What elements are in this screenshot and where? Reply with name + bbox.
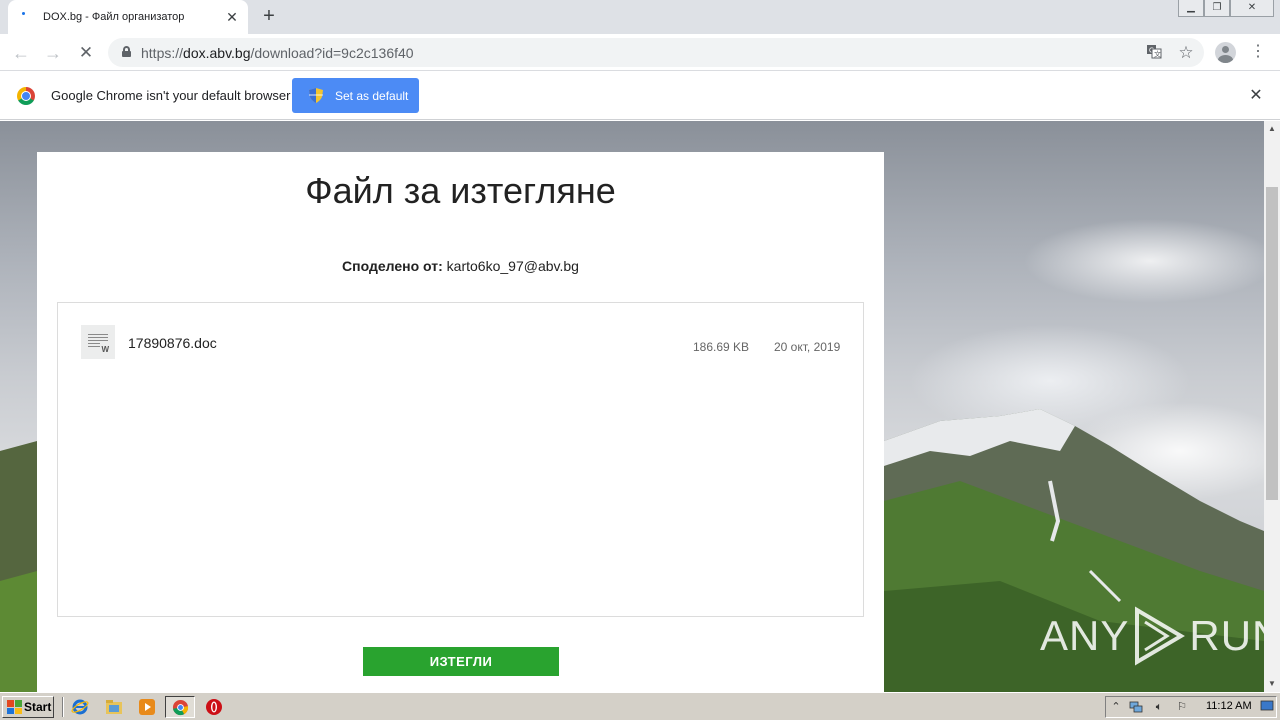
favicon-icon [20, 9, 36, 25]
chrome-logo-icon [17, 87, 35, 105]
anyrun-watermark: ANY RUN [1040, 606, 1264, 666]
watermark-left: ANY [1040, 612, 1130, 659]
download-button[interactable]: ИЗТЕГЛИ [363, 647, 559, 676]
url-text[interactable]: https://dox.abv.bg/download?id=9c2c136f4… [141, 45, 414, 61]
windows-taskbar: Start ⌃ 🔈︎ ⚐ 11:12 AM [0, 692, 1280, 720]
forward-arrow-icon[interactable]: → [41, 41, 65, 65]
default-browser-infobar: Google Chrome isn't your default browser… [0, 72, 1280, 120]
system-tray: ⌃ 🔈︎ ⚐ 11:12 AM [1105, 696, 1277, 718]
taskbar-separator [62, 697, 64, 717]
start-label: Start [24, 700, 52, 714]
infobar-message: Google Chrome isn't your default browser [51, 88, 291, 103]
network-icon[interactable] [1129, 700, 1143, 714]
windows-logo-icon [7, 700, 22, 714]
tray-expand-icon[interactable]: ⌃ [1109, 700, 1123, 714]
page-scrollbar[interactable]: ▲ ▼ [1264, 121, 1280, 692]
translate-icon[interactable]: G文 [1144, 43, 1164, 63]
folder-icon[interactable] [105, 698, 123, 716]
play-logo-icon [1135, 606, 1186, 666]
set-as-default-button[interactable]: Set as default [292, 78, 419, 113]
tab-title: DOX.bg - Файл организатор [43, 11, 185, 23]
browser-toolbar: ← → ✕ https://dox.abv.bg/download?id=9c2… [0, 34, 1280, 71]
shared-by-line: Споделено от: karto6ko_97@abv.bg [37, 258, 884, 274]
tab-strip: DOX.bg - Файл организатор ✕ + ▁ ❐ ✕ [0, 0, 1280, 34]
watermark-right: RUN [1189, 612, 1264, 659]
start-button[interactable]: Start [2, 696, 54, 718]
new-tab-button[interactable]: + [258, 6, 280, 28]
infobar-close-icon[interactable]: ✕ [1247, 87, 1265, 105]
chrome-taskbar-button[interactable] [165, 696, 195, 718]
page-viewport: Файл за изтегляне Споделено от: karto6ko… [0, 121, 1264, 692]
file-date: 20 окт, 2019 [774, 340, 841, 354]
action-center-flag-icon[interactable]: ⚐ [1175, 700, 1189, 714]
media-player-icon[interactable] [138, 698, 156, 716]
chrome-icon [172, 699, 189, 716]
restore-button[interactable]: ❐ [1204, 0, 1230, 17]
set-as-default-label: Set as default [335, 88, 409, 103]
volume-icon[interactable]: 🔈︎ [1152, 700, 1166, 714]
file-size: 186.69 KB [693, 340, 750, 354]
shared-by-email: karto6ko_97@abv.bg [446, 258, 579, 274]
file-name[interactable]: 17890876.doc [128, 335, 217, 351]
word-document-icon: W [81, 325, 115, 359]
chrome-menu-icon[interactable]: ⋮ [1250, 42, 1266, 62]
address-bar[interactable]: https://dox.abv.bg/download?id=9c2c136f4… [108, 38, 1204, 67]
stop-loading-icon[interactable]: ✕ [74, 41, 98, 65]
download-card: Файл за изтегляне Споделено от: karto6ko… [37, 152, 884, 692]
window-controls: ▁ ❐ ✕ [1178, 0, 1274, 17]
file-list-box: W 17890876.doc 186.69 KB 20 окт, 2019 [57, 302, 864, 617]
taskbar-clock[interactable]: 11:12 AM [1206, 700, 1252, 712]
opera-icon[interactable] [205, 698, 223, 716]
browser-tab[interactable]: DOX.bg - Файл организатор ✕ [8, 0, 248, 34]
back-arrow-icon[interactable]: ← [9, 41, 33, 65]
window-close-button[interactable]: ✕ [1230, 0, 1274, 17]
scroll-down-arrow-icon[interactable]: ▼ [1264, 676, 1280, 692]
tab-close-icon[interactable]: ✕ [224, 9, 240, 25]
bookmark-star-icon[interactable]: ☆ [1176, 43, 1196, 63]
uac-shield-icon [309, 88, 323, 103]
show-desktop-icon[interactable] [1260, 700, 1274, 714]
shared-by-label: Споделено от: [342, 258, 443, 274]
svg-text:文: 文 [1154, 50, 1161, 59]
scroll-up-arrow-icon[interactable]: ▲ [1264, 121, 1280, 137]
scroll-thumb[interactable] [1266, 187, 1278, 500]
profile-avatar-icon[interactable] [1215, 42, 1236, 63]
internet-explorer-icon[interactable] [71, 698, 89, 716]
lock-icon[interactable] [122, 46, 131, 57]
doc-type-badge: W [101, 345, 109, 354]
minimize-button[interactable]: ▁ [1178, 0, 1204, 17]
page-title: Файл за изтегляне [305, 170, 616, 211]
